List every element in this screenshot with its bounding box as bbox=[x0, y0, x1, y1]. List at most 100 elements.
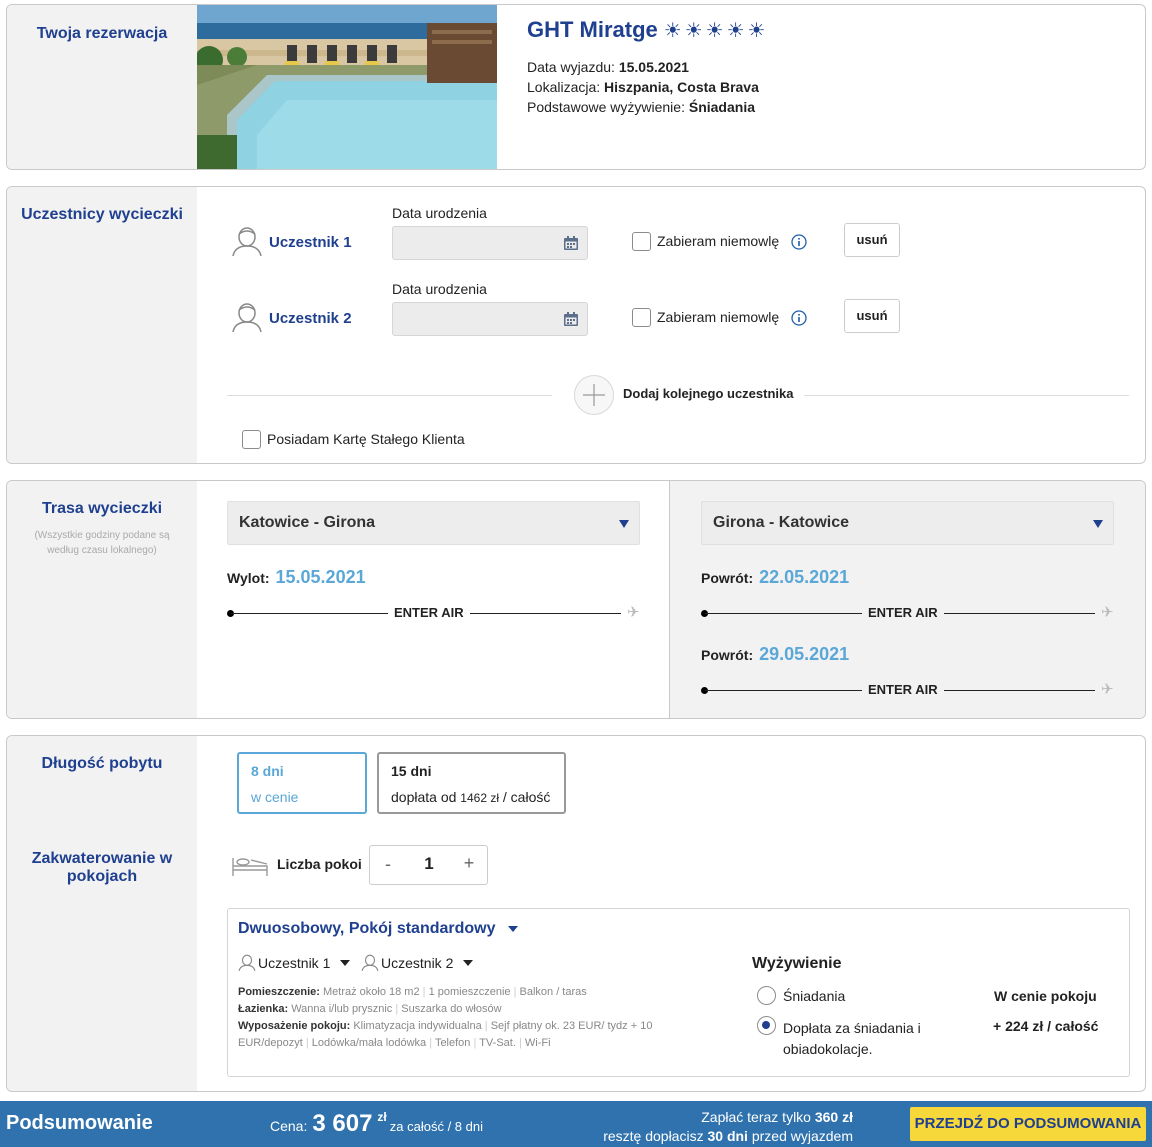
participant-row-1: Uczestnik 1 Data urodzenia Zabieram niem… bbox=[229, 201, 1129, 261]
loyalty-card-checkbox[interactable] bbox=[242, 430, 261, 449]
board-option-1-radio[interactable] bbox=[757, 986, 776, 1005]
stay-option-days: 8 dni bbox=[251, 763, 284, 779]
star-rating-icon: ☀☀☀☀☀ bbox=[663, 19, 769, 42]
add-participant-label[interactable]: Dodaj kolejnego uczestnika bbox=[623, 386, 794, 401]
chevron-down-icon bbox=[340, 960, 351, 966]
return-row-2: Powrót: 29.05.2021 bbox=[701, 644, 849, 665]
route-note: (Wszystkie godziny podane są według czas… bbox=[34, 530, 170, 556]
equipment-info-row: Wyposażenie pokoju: Klimatyzacja indywid… bbox=[238, 1020, 653, 1049]
board-title: Wyżywienie bbox=[752, 955, 842, 972]
person-icon bbox=[238, 954, 256, 972]
summary-title: Podsumowanie bbox=[6, 1112, 153, 1134]
loyalty-card-label: Posiadam Kartę Stałego Klienta bbox=[267, 431, 465, 447]
room-amenities: Pomieszczenie: Metraż około 18 m2 | 1 po… bbox=[238, 984, 678, 1052]
board-option-2-label: Dopłata za śniadania i obiadokolacje. bbox=[783, 1020, 921, 1057]
guest-selector-1[interactable]: Uczestnik 1 bbox=[238, 954, 351, 972]
reservation-card: Twoja rezerwacja GHT Miratge ☀☀☀☀☀ Data … bbox=[6, 4, 1146, 170]
participants-sidebar: Uczestnicy wycieczki bbox=[7, 187, 197, 463]
route-card: Trasa wycieczki (Wszystkie godziny podan… bbox=[6, 480, 1146, 719]
info-icon[interactable] bbox=[791, 310, 807, 326]
price-label: Cena: bbox=[270, 1118, 308, 1134]
infant-label: Zabieram niemowlę bbox=[657, 309, 780, 325]
pay-now-value: 360 zł bbox=[814, 1109, 853, 1125]
board-row: Podstawowe wyżywienie: Śniadania bbox=[527, 99, 755, 115]
price-block: Cena: 3 607 zł za całość / 8 dni bbox=[270, 1110, 483, 1138]
board-option-2-price: + 224 zł / całość bbox=[993, 1018, 1099, 1034]
participant-name: Uczestnik 2 bbox=[269, 310, 352, 327]
infant-checkbox[interactable] bbox=[632, 308, 651, 327]
calendar-icon[interactable] bbox=[564, 312, 578, 326]
room-type-dropdown[interactable]: Dwuosobowy, Pokój standardowy bbox=[238, 920, 518, 938]
departure-date: 15.05.2021 bbox=[618, 59, 689, 75]
dob-input[interactable] bbox=[392, 226, 588, 260]
location-row: Lokalizacja: Hiszpania, Costa Brava bbox=[527, 79, 759, 95]
plane-icon: ✈ bbox=[1101, 604, 1114, 621]
participants-title: Uczestnicy wycieczki bbox=[21, 206, 183, 223]
room-count-stepper[interactable]: - 1 + bbox=[369, 845, 488, 885]
chevron-down-icon bbox=[463, 960, 474, 966]
return-date: 22.05.2021 bbox=[759, 567, 850, 587]
add-divider-left bbox=[227, 395, 552, 396]
participant-name: Uczestnik 1 bbox=[269, 234, 352, 251]
add-participant-button[interactable] bbox=[574, 375, 614, 415]
route-title: Trasa wycieczki bbox=[41, 500, 163, 517]
remove-participant-button[interactable]: usuń bbox=[844, 299, 900, 333]
guest-selector-2[interactable]: Uczestnik 2 bbox=[361, 954, 474, 972]
chevron-down-icon bbox=[619, 520, 629, 528]
go-to-summary-button[interactable]: PRZEJDŹ DO PODSUMOWANIA bbox=[910, 1107, 1146, 1141]
person-icon bbox=[361, 954, 379, 972]
outbound-select[interactable]: Katowice - Girona bbox=[227, 501, 640, 545]
person-icon bbox=[232, 303, 262, 333]
dob-label: Data urodzenia bbox=[392, 205, 487, 221]
hotel-info: GHT Miratge ☀☀☀☀☀ Data wyjazdu: 15.05.20… bbox=[527, 17, 1127, 117]
hotel-photo bbox=[197, 5, 497, 169]
dob-label: Data urodzenia bbox=[392, 281, 487, 297]
return-date: 29.05.2021 bbox=[759, 644, 850, 664]
board-option-1-price: W cenie pokoju bbox=[994, 988, 1097, 1004]
stay-sidebar: Długość pobytu Zakwaterowanie w pokojach bbox=[7, 736, 197, 1091]
return-label: Powrót: bbox=[701, 570, 754, 586]
rest-row: resztę dopłacisz 30 dni przed wyjazdem bbox=[603, 1128, 853, 1144]
dob-input[interactable] bbox=[392, 302, 588, 336]
return-select[interactable]: Girona - Katowice bbox=[701, 501, 1114, 545]
hotel-name: GHT Miratge bbox=[527, 17, 658, 42]
stay-option-sub: dopłata od 1462 zł / całość bbox=[391, 789, 551, 805]
infant-checkbox[interactable] bbox=[632, 232, 651, 251]
room-details-box: Dwuosobowy, Pokój standardowy Uczestnik … bbox=[227, 908, 1130, 1077]
board-option-2-radio[interactable] bbox=[757, 1016, 776, 1035]
route-sidebar: Trasa wycieczki (Wszystkie godziny podan… bbox=[7, 481, 197, 718]
calendar-icon[interactable] bbox=[564, 236, 578, 250]
chevron-down-icon bbox=[1093, 520, 1103, 528]
pay-now-row: Zapłać teraz tylko 360 zł bbox=[701, 1109, 853, 1125]
person-icon bbox=[232, 227, 262, 257]
outbound-date: 15.05.2021 bbox=[275, 567, 366, 587]
return-label: Powrót: bbox=[701, 647, 754, 663]
price-suffix: za całość / 8 dni bbox=[389, 1119, 483, 1134]
airline-name: ENTER AIR bbox=[862, 605, 944, 620]
room-count-plus-button[interactable]: + bbox=[459, 853, 479, 874]
stay-option-days: 15 dni bbox=[391, 763, 432, 779]
room-info-row: Pomieszczenie: Metraż około 18 m2 | 1 po… bbox=[238, 986, 587, 998]
price-value: 3 607 bbox=[312, 1110, 373, 1137]
bathroom-info-row: Łazienka: Wanna i/lub prysznic | Suszark… bbox=[238, 1003, 502, 1015]
departure-row: Data wyjazdu: 15.05.2021 bbox=[527, 59, 689, 75]
info-icon[interactable] bbox=[791, 234, 807, 250]
stay-option-8-days[interactable]: 8 dni w cenie bbox=[237, 752, 367, 814]
reservation-sidebar: Twoja rezerwacja bbox=[7, 5, 197, 169]
add-divider-right bbox=[804, 395, 1129, 396]
infant-label: Zabieram niemowlę bbox=[657, 233, 780, 249]
participants-card: Uczestnicy wycieczki Uczestnik 1 Data ur… bbox=[6, 186, 1146, 464]
chevron-down-icon bbox=[507, 925, 518, 932]
room-count-minus-button[interactable]: - bbox=[378, 854, 398, 875]
airline-name: ENTER AIR bbox=[388, 605, 470, 620]
outbound-row: Wylot: 15.05.2021 bbox=[227, 567, 366, 588]
reservation-title: Twoja rezerwacja bbox=[36, 25, 168, 42]
airline-name: ENTER AIR bbox=[862, 682, 944, 697]
outbound-label: Wylot: bbox=[227, 570, 270, 586]
room-count-label: Liczba pokoi bbox=[277, 856, 362, 872]
stay-option-15-days[interactable]: 15 dni dopłata od 1462 zł / całość bbox=[377, 752, 566, 814]
remove-participant-button[interactable]: usuń bbox=[844, 223, 900, 257]
payment-info: Zapłać teraz tylko 360 zł resztę dopłaci… bbox=[600, 1108, 853, 1146]
rest-value: 30 dni bbox=[707, 1128, 748, 1144]
plane-icon: ✈ bbox=[627, 604, 640, 621]
